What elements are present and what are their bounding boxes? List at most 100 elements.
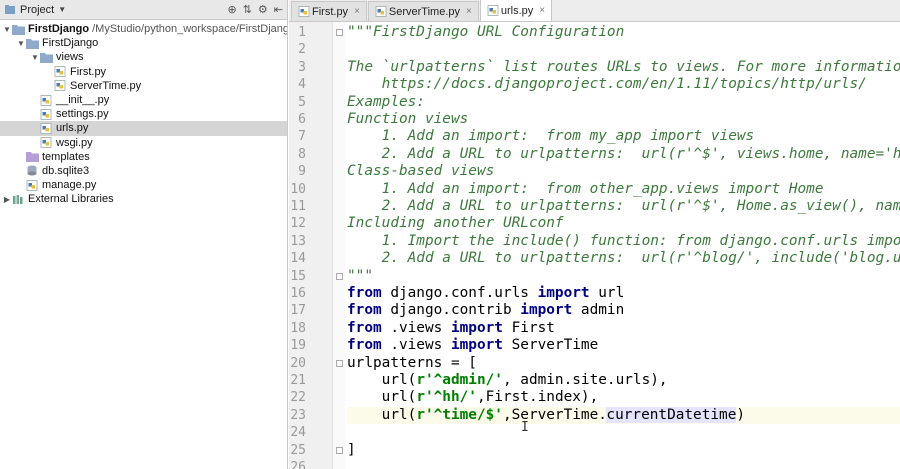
tree-item[interactable]: ▶wsgi.py <box>0 136 287 150</box>
code-token: """ <box>347 267 373 284</box>
close-tab-icon[interactable]: × <box>354 6 360 17</box>
hide-panel-icon[interactable]: ⇤ <box>274 3 283 16</box>
code-token: admin <box>572 302 625 319</box>
code-lines[interactable]: """FirstDjango URL Configuration The `url… <box>347 22 900 469</box>
tree-item[interactable]: ▶ServerTime.py <box>0 79 287 93</box>
code-line[interactable]: url(r'^admin/', admin.site.urls), <box>347 372 900 389</box>
folder-icon <box>26 38 39 49</box>
folder-icon <box>12 24 25 35</box>
code-line[interactable]: from .views import ServerTime <box>347 337 900 354</box>
code-line[interactable]: https://docs.djangoproject.com/en/1.11/t… <box>347 76 900 93</box>
tree-item-path: /MyStudio/python_workspace/FirstDjango <box>92 23 288 36</box>
python-file-icon <box>40 94 53 106</box>
code-line[interactable]: """FirstDjango URL Configuration <box>347 24 900 41</box>
tree-item[interactable]: ▶First.py <box>0 65 287 79</box>
editor-tab[interactable]: urls.py × <box>479 0 553 21</box>
python-file-icon <box>298 6 310 17</box>
code-line[interactable]: from .views import First <box>347 320 900 337</box>
tree-item[interactable]: ▼ FirstDjango <box>0 36 287 50</box>
code-line[interactable]: 2. Add a URL to urlpatterns: url(r'^blog… <box>347 250 900 267</box>
mouse-ibeam-cursor: I <box>521 420 529 435</box>
code-token: https://docs.djangoproject.com/en/1.11/t… <box>347 76 867 93</box>
code-token: First <box>502 319 555 336</box>
code-line[interactable]: Function views <box>347 111 900 128</box>
code-line[interactable]: ] <box>347 442 900 459</box>
collapse-icon[interactable]: ⇅ <box>243 3 252 16</box>
code-token: 2. Add a URL to urlpatterns: url(r'^$', … <box>347 145 900 162</box>
expand-arrow-icon[interactable]: ▼ <box>30 53 40 62</box>
line-number: 22 <box>290 390 306 406</box>
tree-item[interactable]: ▶__init__.py <box>0 93 287 107</box>
code-token: url( <box>347 389 417 406</box>
code-line[interactable]: 1. Add an import: from other_app.views i… <box>347 181 900 198</box>
python-file-icon <box>40 137 53 148</box>
code-line[interactable]: Examples: <box>347 94 900 111</box>
close-tab-icon[interactable]: × <box>539 5 545 16</box>
tree-item[interactable]: ▶ External Libraries <box>0 192 287 206</box>
tab-label: ServerTime.py <box>388 5 461 18</box>
line-number: 14 <box>290 251 306 267</box>
line-number: 24 <box>290 425 306 441</box>
code-line[interactable]: from django.contrib import admin <box>347 302 900 319</box>
code-token: Examples: <box>347 93 425 110</box>
code-token: import <box>537 285 590 301</box>
code-token: The `urlpatterns` list routes URLs to vi… <box>347 58 900 75</box>
expand-arrow-icon[interactable]: ▼ <box>16 39 26 48</box>
code-token: r'^admin/' <box>416 372 503 388</box>
editor-tab[interactable]: ServerTime.py × <box>367 1 479 21</box>
code-token: from <box>347 285 382 301</box>
python-file-icon <box>26 179 39 191</box>
code-line[interactable]: 2. Add a URL to urlpatterns: url(r'^$', … <box>347 146 900 163</box>
editor-tab[interactable]: First.py × <box>291 1 367 21</box>
fold-marker-icon[interactable] <box>336 359 343 367</box>
code-token: from <box>347 337 382 354</box>
line-number: 1 <box>298 25 306 40</box>
code-line[interactable] <box>347 459 900 469</box>
sync-icon[interactable]: ⊕ <box>227 3 236 16</box>
code-line[interactable]: The `urlpatterns` list routes URLs to vi… <box>347 59 900 76</box>
tree-item[interactable]: ▶db.sqlite3 <box>0 164 287 178</box>
code-line[interactable]: Including another URLconf <box>347 215 900 232</box>
line-number: 5 <box>298 94 306 110</box>
collapse-arrow-icon[interactable]: ▶ <box>2 195 12 204</box>
code-line[interactable]: from django.conf.urls import url <box>347 285 900 302</box>
code-token: , admin.site.urls), <box>502 372 668 388</box>
project-header: Project ▼ ⊕ ⇅ ⚙ ⇤ <box>0 0 287 20</box>
code-token: url <box>589 285 625 301</box>
fold-marker-icon[interactable] <box>336 446 343 454</box>
line-number: 25 <box>290 442 306 458</box>
code-token: .views <box>381 337 451 354</box>
code-line[interactable]: urlpatterns = [ <box>347 355 900 372</box>
tree-item[interactable]: ▶urls.py <box>0 121 287 136</box>
code-line[interactable]: url(r'^hh/',First.index), <box>347 389 900 406</box>
code-line[interactable]: url(r'^time/$',ServerTime.currentDatetim… <box>347 406 900 425</box>
code-line[interactable]: 2. Add a URL to urlpatterns: url(r'^$', … <box>347 198 900 215</box>
expand-arrow-icon[interactable]: ▼ <box>2 25 12 34</box>
code-line[interactable] <box>347 424 900 441</box>
python-file-icon <box>487 5 499 16</box>
line-number: 18 <box>290 320 306 336</box>
fold-marker-icon[interactable] <box>336 29 343 36</box>
python-file-icon <box>40 123 53 134</box>
code-line[interactable]: Class-based views <box>347 163 900 180</box>
tree-item[interactable]: ▼ FirstDjango/MyStudio/python_workspace/F… <box>0 22 287 36</box>
close-tab-icon[interactable]: × <box>466 6 472 17</box>
code-line[interactable]: 1. Import the include() function: from d… <box>347 233 900 250</box>
tree-item[interactable]: ▼ views <box>0 50 287 64</box>
tab-label: urls.py <box>500 4 534 17</box>
templates-folder-icon <box>26 151 39 163</box>
tree-item-label: ServerTime.py <box>70 79 142 92</box>
project-view-selector[interactable]: Project <box>20 4 54 16</box>
chevron-down-icon[interactable]: ▼ <box>58 5 66 14</box>
fold-marker-icon[interactable] <box>336 272 343 280</box>
code-area[interactable]: 1 2 3 4 5 6 7 8 9 10 11 12 13 14 15 16 17 18 19 20 21 22 23 24 2… <box>289 22 900 469</box>
code-line[interactable]: 1. Add an import: from my_app import vie… <box>347 128 900 145</box>
code-line[interactable]: """ <box>347 268 900 285</box>
code-token: """FirstDjango URL Configuration <box>347 24 625 40</box>
tree-item[interactable]: ▶templates <box>0 150 287 164</box>
tree-item[interactable]: ▶settings.py <box>0 107 287 121</box>
code-token: url( <box>347 406 417 423</box>
tree-item[interactable]: ▶manage.py <box>0 178 287 192</box>
code-line[interactable] <box>347 41 900 58</box>
gear-icon[interactable]: ⚙ <box>258 3 268 16</box>
